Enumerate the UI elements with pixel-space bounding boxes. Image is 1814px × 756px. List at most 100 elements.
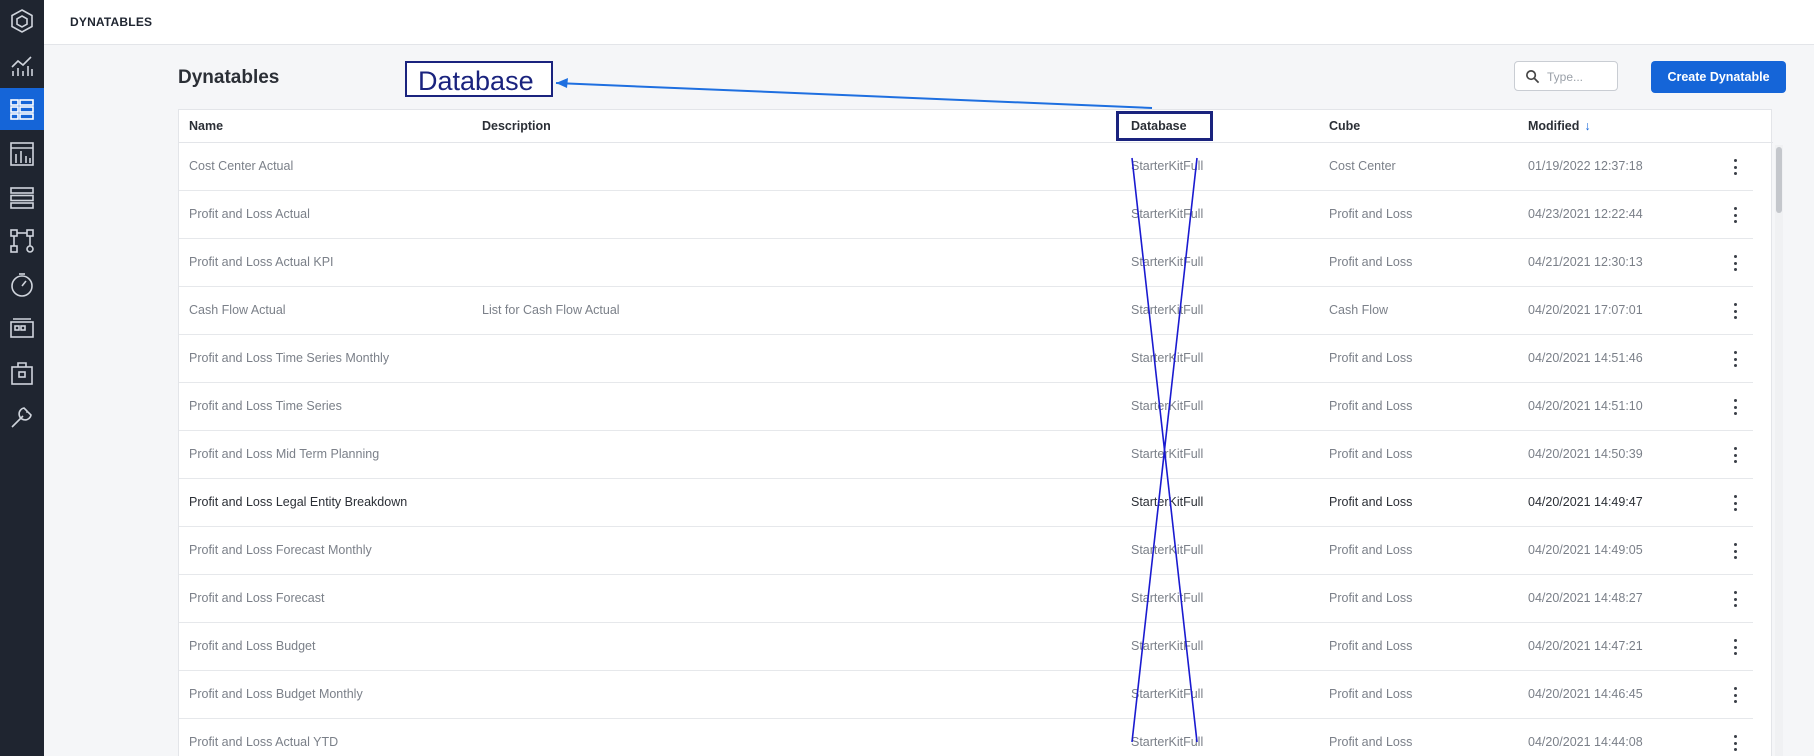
- cell-database: StarterKitFull: [1131, 303, 1204, 317]
- cell-name: Profit and Loss Actual: [189, 207, 310, 221]
- search-box[interactable]: [1514, 61, 1618, 91]
- table-row[interactable]: Profit and Loss Time Series Monthly Start…: [179, 335, 1753, 383]
- cell-cube: Profit and Loss: [1329, 447, 1413, 461]
- table-row[interactable]: Profit and Loss Forecast StarterKitFull Pr…: [179, 575, 1753, 623]
- cell-modified: 04/21/2021 12:30:13: [1528, 255, 1643, 269]
- table-row[interactable]: Profit and Loss Time Series StarterKitFul…: [179, 383, 1753, 431]
- cell-modified: 04/20/2021 14:50:39: [1528, 447, 1643, 461]
- database-callout: Database: [405, 61, 553, 97]
- cell-name: Profit and Loss Actual KPI: [189, 255, 334, 269]
- column-header-modified[interactable]: Modified ↓: [1528, 119, 1591, 133]
- database-header-highlight: [1116, 111, 1213, 141]
- cell-name: Profit and Loss Time Series Monthly: [189, 351, 390, 365]
- table-row[interactable]: Cash Flow Actual List for Cash Flow Actua…: [179, 287, 1753, 335]
- row-menu-kebab-icon[interactable]: [1732, 685, 1738, 705]
- nav-components[interactable]: [0, 308, 44, 350]
- cell-modified: 04/20/2021 17:07:01: [1528, 303, 1643, 317]
- table-row[interactable]: Profit and Loss Forecast Monthly StarterK…: [179, 527, 1753, 575]
- cell-database: StarterKitFull: [1131, 399, 1204, 413]
- cell-modified: 04/20/2021 14:51:10: [1528, 399, 1643, 413]
- cell-database: StarterKitFull: [1131, 495, 1204, 509]
- cell-database: StarterKitFull: [1131, 543, 1204, 557]
- nav-tools[interactable]: [0, 396, 44, 438]
- cell-database: StarterKitFull: [1131, 159, 1204, 173]
- row-menu-kebab-icon[interactable]: [1732, 493, 1738, 513]
- row-menu-kebab-icon[interactable]: [1732, 445, 1738, 465]
- cell-name: Profit and Loss Budget Monthly: [189, 687, 363, 701]
- cell-database: StarterKitFull: [1131, 591, 1204, 605]
- page-title: Dynatables: [178, 67, 280, 88]
- cell-cube: Cash Flow: [1329, 303, 1389, 317]
- dynatables-table: Name Description Database Cube Modified ↓…: [178, 109, 1773, 756]
- hierarchy-icon: [10, 229, 34, 253]
- row-menu-kebab-icon[interactable]: [1732, 541, 1738, 561]
- table-scrollbar[interactable]: [1775, 145, 1783, 756]
- cell-cube: Profit and Loss: [1329, 207, 1413, 221]
- table-row[interactable]: Profit and Loss Actual KPI StarterKitFull…: [179, 239, 1753, 287]
- cell-modified: 04/20/2021 14:51:46: [1528, 351, 1643, 365]
- row-menu-kebab-icon[interactable]: [1732, 637, 1738, 657]
- nav-analytics[interactable]: [0, 45, 44, 87]
- row-menu-kebab-icon[interactable]: [1732, 301, 1738, 321]
- analytics-icon: [11, 56, 33, 76]
- column-header-name[interactable]: Name: [189, 119, 223, 133]
- dashboard-gauge-icon: [11, 273, 33, 297]
- nav-lists[interactable]: [0, 177, 44, 219]
- table-header: Name Description Database Cube Modified ↓: [179, 110, 1773, 143]
- cell-modified: 04/20/2021 14:49:05: [1528, 543, 1643, 557]
- cell-modified: 04/20/2021 14:48:27: [1528, 591, 1643, 605]
- nav-dynatables[interactable]: [0, 88, 44, 130]
- row-menu-kebab-icon[interactable]: [1732, 253, 1738, 273]
- table-row[interactable]: Profit and Loss Actual YTD StarterKitFull…: [179, 719, 1753, 756]
- column-header-description[interactable]: Description: [482, 119, 551, 133]
- table-row[interactable]: Cost Center Actual StarterKitFull Cost Cen…: [179, 143, 1753, 191]
- sort-down-arrow-icon[interactable]: ↓: [1584, 119, 1590, 133]
- cell-name: Profit and Loss Actual YTD: [189, 735, 339, 749]
- row-menu-kebab-icon[interactable]: [1732, 157, 1738, 177]
- table-grid-icon: [10, 99, 34, 120]
- callout-text: Database: [418, 66, 534, 96]
- cell-name: Cash Flow Actual: [189, 303, 286, 317]
- cell-name: Profit and Loss Legal Entity Breakdown: [189, 495, 408, 509]
- cell-modified: 04/20/2021 14:49:47: [1528, 495, 1643, 509]
- cell-database: StarterKitFull: [1131, 639, 1204, 653]
- cell-name: Profit and Loss Forecast Monthly: [189, 543, 372, 557]
- table-row[interactable]: Profit and Loss Budget StarterKitFull Prof…: [179, 623, 1753, 671]
- table-row[interactable]: Profit and Loss Actual StarterKitFull Prof…: [179, 191, 1753, 239]
- cell-cube: Profit and Loss: [1329, 255, 1413, 269]
- row-menu-kebab-icon[interactable]: [1732, 589, 1738, 609]
- nav-reports[interactable]: [0, 133, 44, 175]
- bar-chart-icon: [10, 142, 34, 166]
- nav-hierarchy[interactable]: [0, 220, 44, 262]
- hexagon-logo-icon: [11, 9, 33, 33]
- packages-icon: [11, 362, 33, 385]
- cell-name: Profit and Loss Time Series: [189, 399, 342, 413]
- app-logo[interactable]: [0, 0, 44, 42]
- row-menu-kebab-icon[interactable]: [1732, 733, 1738, 753]
- row-menu-kebab-icon[interactable]: [1732, 205, 1738, 225]
- section-title: DYNATABLES: [70, 15, 153, 29]
- nav-packages[interactable]: [0, 352, 44, 394]
- row-menu-kebab-icon[interactable]: [1732, 349, 1738, 369]
- nav-dashboards[interactable]: [0, 264, 44, 306]
- table-row[interactable]: Profit and Loss Budget Monthly StarterKit…: [179, 671, 1753, 719]
- cell-database: StarterKitFull: [1131, 447, 1204, 461]
- cell-modified: 04/23/2021 12:22:44: [1528, 207, 1643, 221]
- scrollbar-thumb[interactable]: [1776, 147, 1782, 213]
- cell-database: StarterKitFull: [1131, 351, 1204, 365]
- cell-modified: 04/20/2021 14:44:08: [1528, 735, 1643, 749]
- arrow-to-callout: [555, 78, 1153, 109]
- cell-cube: Profit and Loss: [1329, 543, 1413, 557]
- cell-cube: Profit and Loss: [1329, 351, 1413, 365]
- search-input[interactable]: [1547, 68, 1613, 86]
- column-header-cube[interactable]: Cube: [1329, 119, 1360, 133]
- nav-rail: [0, 0, 44, 756]
- cell-database: StarterKitFull: [1131, 687, 1204, 701]
- cell-modified: 04/20/2021 14:46:45: [1528, 687, 1643, 701]
- create-dynatable-button[interactable]: Create Dynatable: [1651, 61, 1786, 93]
- table-row[interactable]: Profit and Loss Mid Term Planning Starter…: [179, 431, 1753, 479]
- table-row[interactable]: Profit and Loss Legal Entity Breakdown St…: [179, 479, 1753, 527]
- cell-cube: Profit and Loss: [1329, 735, 1413, 749]
- row-menu-kebab-icon[interactable]: [1732, 397, 1738, 417]
- cell-name: Cost Center Actual: [189, 159, 294, 173]
